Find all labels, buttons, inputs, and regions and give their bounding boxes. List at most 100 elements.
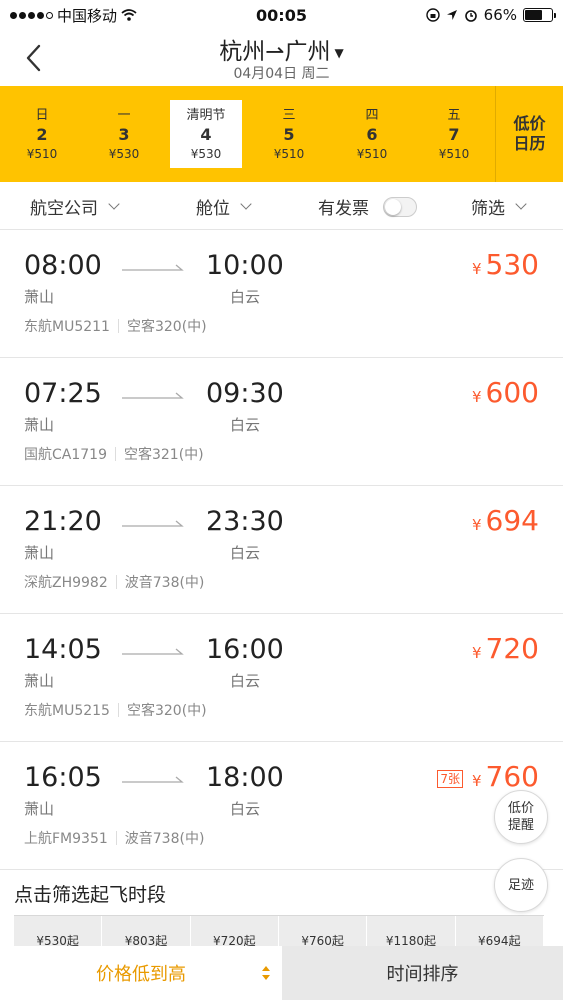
toggle-knob [385, 198, 401, 215]
date-cell[interactable]: 一 3 ¥530 [88, 100, 160, 168]
currency-symbol: ¥ [472, 388, 482, 406]
flight-meta: 深航ZH9982 波音738(中) [24, 572, 204, 592]
date-day: 5 [283, 125, 295, 144]
nav-header: 杭州⇀广州 ▼ 04月04日 周二 [0, 30, 563, 86]
airline-filter-label: 航空公司 [30, 199, 98, 219]
signal-strength-icon [10, 11, 53, 19]
aircraft-type: 波音738(中) [124, 575, 205, 591]
date-cell[interactable]: 五 7 ¥510 [418, 100, 490, 168]
history-button[interactable]: 足迹 [494, 858, 548, 912]
flight-item[interactable]: 21:20 23:30 萧山 白云 深航ZH9982 波音738(中) ¥694 [0, 486, 563, 614]
invoice-filter[interactable]: 有发票 [318, 194, 417, 219]
date-cell[interactable]: 三 5 ¥510 [253, 100, 325, 168]
arrival-time: 23:30 [206, 506, 284, 537]
flight-arrow-icon [122, 520, 184, 527]
low-price-calendar-line1: 低价 [513, 114, 546, 133]
departure-airport: 萧山 [24, 288, 55, 306]
date-cell[interactable]: 清明节 4 ¥530 [170, 100, 242, 168]
arrival-airport: 白云 [230, 544, 261, 562]
currency-symbol: ¥ [472, 644, 482, 662]
departure-airport: 萧山 [24, 544, 55, 562]
date-day: 7 [448, 125, 460, 144]
flight-price: ¥600 [472, 376, 539, 409]
flight-arrow-icon [122, 392, 184, 399]
aircraft-type: 空客320(中) [126, 319, 207, 335]
date-cell[interactable]: 日 2 ¥510 [6, 100, 78, 168]
flight-list: 08:00 10:00 萧山 白云 东航MU5211 空客320(中) ¥530 07:25 0… [0, 230, 563, 870]
arrival-time: 10:00 [206, 250, 284, 281]
time-slot[interactable]: ¥530起 [14, 916, 103, 946]
status-right: 66% [425, 6, 556, 24]
aircraft-type: 空客320(中) [126, 703, 207, 719]
time-slot-row: ¥530起 ¥803起 ¥720起 ¥760起 ¥1180起 ¥694起 [14, 915, 544, 946]
arrival-airport: 白云 [230, 800, 261, 818]
flight-arrow-icon [122, 776, 184, 783]
date-cell[interactable]: 四 6 ¥510 [336, 100, 408, 168]
currency-symbol: ¥ [472, 260, 482, 278]
price-sort-tab[interactable]: 价格低到高 [0, 946, 282, 1000]
flight-number: 国航CA1719 [24, 447, 107, 463]
flight-price: ¥760 [472, 760, 539, 793]
flight-number: 东航MU5215 [24, 703, 110, 719]
rotation-lock-icon [425, 8, 440, 22]
flight-number: 东航MU5211 [24, 319, 110, 335]
time-sort-tab[interactable]: 时间排序 [282, 946, 563, 1000]
flight-item[interactable]: 16:05 18:00 萧山 白云 上航FM9351 波音738(中) ¥760 7张 [0, 742, 563, 870]
departure-time-filter: 点击筛选起飞时段 ¥530起 ¥803起 ¥720起 ¥760起 ¥1180起 ¥694起 [0, 870, 563, 946]
cabin-filter[interactable]: 舱位 [196, 194, 252, 219]
alarm-icon [464, 10, 477, 22]
flight-number: 深航ZH9982 [24, 575, 108, 591]
time-slot[interactable]: ¥1180起 [367, 916, 456, 946]
time-sort-label: 时间排序 [386, 964, 459, 985]
time-slot[interactable]: ¥694起 [456, 916, 544, 946]
departure-time: 07:25 [24, 378, 102, 409]
airline-filter[interactable]: 航空公司 [30, 194, 120, 219]
date-dow: 四 [365, 108, 379, 123]
flight-item[interactable]: 07:25 09:30 萧山 白云 国航CA1719 空客321(中) ¥600 [0, 358, 563, 486]
time-filter-title: 点击筛选起飞时段 [14, 884, 167, 906]
low-price-calendar-button[interactable]: 低价 日历 [496, 86, 563, 182]
arrival-airport: 白云 [230, 288, 261, 306]
caret-down-icon: ▼ [334, 45, 344, 60]
flight-arrow-icon [122, 648, 184, 655]
price-alert-button[interactable]: 低价 提醒 [494, 790, 548, 844]
chevron-down-icon [240, 198, 252, 210]
date-price: ¥510 [438, 147, 470, 161]
battery-percent: 66% [483, 6, 517, 24]
flight-item[interactable]: 14:05 16:00 萧山 白云 东航MU5215 空客320(中) ¥720 [0, 614, 563, 742]
departure-time: 08:00 [24, 250, 102, 281]
battery-icon [523, 8, 556, 22]
meta-divider [115, 831, 117, 845]
departure-time: 21:20 [24, 506, 102, 537]
time-slot[interactable]: ¥803起 [102, 916, 191, 946]
price-alert-line2: 提醒 [507, 818, 534, 833]
more-filter-label: 筛选 [471, 199, 505, 219]
route-title[interactable]: 杭州⇀广州 ▼ [0, 32, 563, 66]
chevron-down-icon [515, 198, 527, 210]
arrival-time: 18:00 [206, 762, 284, 793]
flight-item[interactable]: 08:00 10:00 萧山 白云 东航MU5211 空客320(中) ¥530 [0, 230, 563, 358]
arrival-airport: 白云 [230, 672, 261, 690]
seats-left-badge: 7张 [437, 770, 463, 788]
cabin-filter-label: 舱位 [196, 199, 230, 219]
chevron-down-icon [108, 198, 120, 210]
route-title-text: 杭州⇀广州 [219, 39, 331, 65]
time-slot[interactable]: ¥760起 [279, 916, 368, 946]
history-label: 足迹 [507, 877, 534, 893]
aircraft-type: 波音738(中) [124, 831, 205, 847]
flight-meta: 国航CA1719 空客321(中) [24, 444, 204, 464]
price-amount: 694 [485, 504, 539, 537]
currency-symbol: ¥ [472, 772, 482, 790]
aircraft-type: 空客321(中) [123, 447, 204, 463]
invoice-toggle[interactable] [383, 196, 417, 217]
more-filter[interactable]: 筛选 [471, 194, 527, 219]
route-date: 04月04日 周二 [233, 66, 330, 82]
departure-time: 14:05 [24, 634, 102, 665]
flight-meta: 上航FM9351 波音738(中) [24, 828, 204, 848]
low-price-calendar-line2: 日历 [513, 134, 546, 153]
flight-meta: 东航MU5211 空客320(中) [24, 316, 207, 336]
date-price: ¥510 [356, 147, 388, 161]
meta-divider [117, 703, 119, 717]
time-slot[interactable]: ¥720起 [191, 916, 279, 946]
status-left: 中国移动 [10, 5, 137, 26]
